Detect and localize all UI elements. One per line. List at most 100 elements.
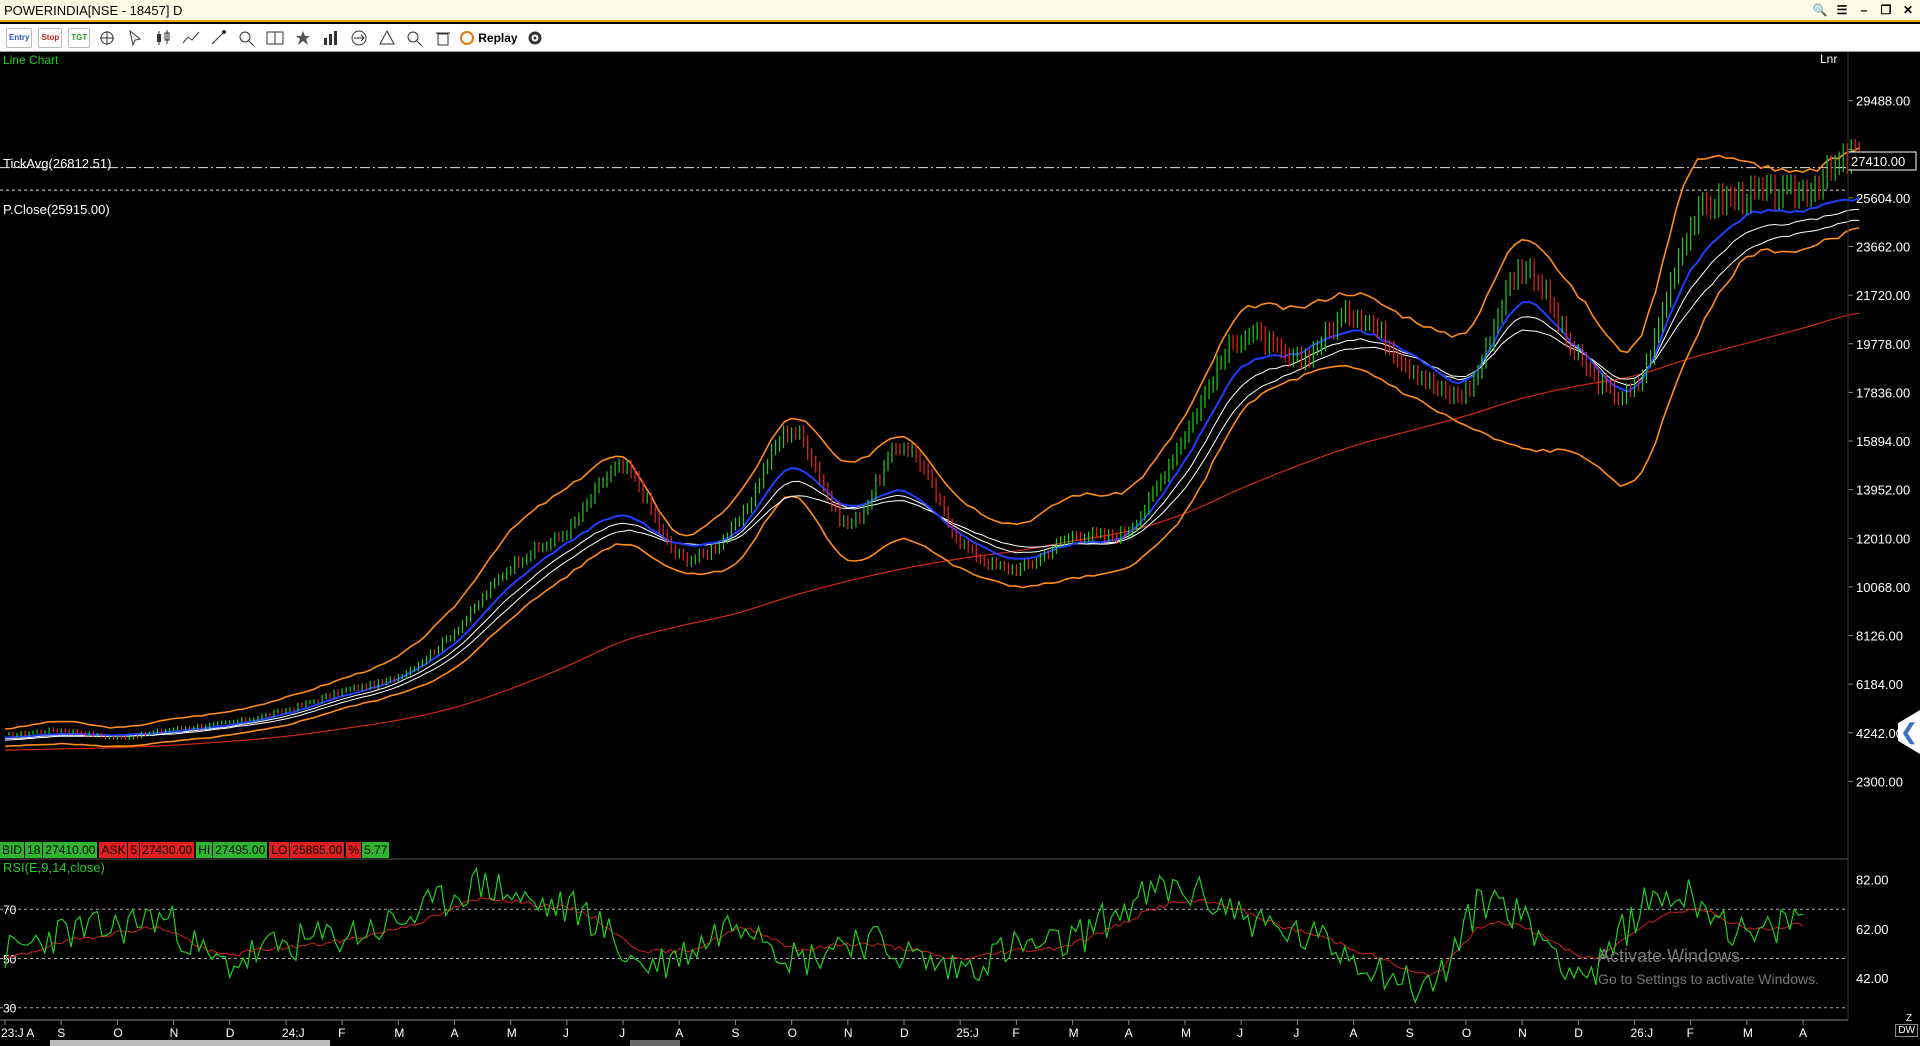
chart-area[interactable]: Line Chart Lnr 29488.00 25604.00 23662.00 2… bbox=[0, 52, 1920, 1046]
x-tick-label: 25:J bbox=[956, 1026, 979, 1040]
restore-icon[interactable]: ❐ bbox=[1878, 2, 1894, 18]
price-tick-label: 10068.00 bbox=[1856, 580, 1910, 595]
hi-label: HI bbox=[196, 842, 213, 858]
x-tick-label: F bbox=[1012, 1026, 1019, 1040]
replay-label: Replay bbox=[478, 30, 518, 45]
ask-price: 27430.00 bbox=[140, 842, 195, 858]
x-tick-label: S bbox=[57, 1026, 65, 1040]
price-tick-label: 4242.00 bbox=[1856, 726, 1903, 741]
rsi-tick-label: 42.00 bbox=[1856, 971, 1889, 986]
window-title: POWERINDIA[NSE - 18457] D bbox=[4, 2, 183, 18]
delete-icon[interactable] bbox=[432, 28, 454, 48]
target-button[interactable]: TGT bbox=[68, 27, 91, 48]
hi-value: 27495.00 bbox=[213, 842, 268, 858]
x-tick-label: J bbox=[563, 1026, 569, 1040]
watermark-subtitle: Go to Settings to activate Windows. bbox=[1598, 971, 1819, 987]
price-tick-label: 13952.00 bbox=[1856, 483, 1910, 498]
x-tick-label: F bbox=[1687, 1026, 1694, 1040]
x-tick-label: O bbox=[113, 1026, 122, 1040]
pct-value: 5.77 bbox=[362, 842, 390, 858]
rsi-label: RSI(E,9,14,close) bbox=[3, 860, 105, 875]
x-tick-label: A bbox=[451, 1026, 459, 1040]
x-tick-label: M bbox=[1181, 1026, 1191, 1040]
price-tick-label: 12010.00 bbox=[1856, 531, 1910, 546]
rsi-tick-label: 82.00 bbox=[1856, 873, 1889, 888]
horizontal-scrollbar[interactable] bbox=[50, 1040, 330, 1046]
price-tick-label: 23662.00 bbox=[1856, 240, 1910, 255]
price-tick-label: 8126.00 bbox=[1856, 629, 1903, 644]
x-tick-label: N bbox=[170, 1026, 179, 1040]
pct-label: % bbox=[346, 842, 362, 858]
x-tick-label: A bbox=[1125, 1026, 1133, 1040]
price-tick-label: 29488.00 bbox=[1856, 94, 1910, 109]
settings-icon[interactable] bbox=[524, 28, 546, 48]
title-bar: POWERINDIA[NSE - 18457] D 🔍 ☰ – ❐ ✕ bbox=[0, 0, 1920, 22]
x-tick-label: M bbox=[1743, 1026, 1753, 1040]
activation-watermark: Activate Windows Go to Settings to activ… bbox=[1598, 946, 1819, 987]
compare-icon[interactable] bbox=[348, 28, 370, 48]
alert-icon[interactable] bbox=[376, 28, 398, 48]
tick-avg-label: TickAvg(26812.51) bbox=[3, 156, 111, 171]
x-tick-label: O bbox=[1462, 1026, 1471, 1040]
menu-icon[interactable]: ☰ bbox=[1834, 2, 1850, 18]
x-tick-label: 26:J bbox=[1630, 1026, 1653, 1040]
chart-type-label: Line Chart bbox=[3, 53, 59, 67]
rsi-tick-label: 62.00 bbox=[1856, 922, 1889, 937]
dw-button[interactable]: DW bbox=[1895, 1024, 1918, 1037]
price-tick-label: 21720.00 bbox=[1856, 288, 1910, 303]
quote-bar: BID 18 27410.00 ASK 5 27430.00 HI 27495.… bbox=[0, 842, 390, 858]
lo-value: 25865.00 bbox=[290, 842, 345, 858]
scrollbar-thumb[interactable] bbox=[630, 1040, 680, 1046]
price-tick-label: 15894.00 bbox=[1856, 434, 1910, 449]
x-tick-label: M bbox=[394, 1026, 404, 1040]
replay-button[interactable]: Replay bbox=[460, 30, 518, 45]
prev-close-label: P.Close(25915.00) bbox=[3, 202, 110, 217]
price-tick-label: 25604.00 bbox=[1856, 191, 1910, 206]
x-tick-label: D bbox=[1574, 1026, 1583, 1040]
price-tick-label: 19778.00 bbox=[1856, 337, 1910, 352]
x-tick-label: 24:J bbox=[282, 1026, 305, 1040]
rsi-left-label: 30 bbox=[3, 1002, 17, 1016]
bar-chart-icon[interactable] bbox=[320, 28, 342, 48]
search-chart-icon[interactable] bbox=[404, 28, 426, 48]
x-tick-label: M bbox=[1069, 1026, 1079, 1040]
price-tick-label: 6184.00 bbox=[1856, 677, 1903, 692]
x-tick-label: 23:J A bbox=[1, 1026, 34, 1040]
x-tick-label: D bbox=[900, 1026, 909, 1040]
x-tick-label: A bbox=[1350, 1026, 1358, 1040]
search-icon[interactable]: 🔍 bbox=[1812, 2, 1828, 18]
x-tick-label: A bbox=[1799, 1026, 1807, 1040]
chart-toolbar: Entry Stop TGT Replay bbox=[0, 24, 1920, 52]
x-tick-label: N bbox=[1518, 1026, 1527, 1040]
minimize-icon[interactable]: – bbox=[1856, 2, 1872, 18]
entry-button[interactable]: Entry bbox=[6, 27, 33, 48]
zoom-icon[interactable] bbox=[236, 28, 258, 48]
layout-icon[interactable] bbox=[264, 28, 286, 48]
window-controls: 🔍 ☰ – ❐ ✕ bbox=[1812, 2, 1916, 18]
pointer-icon[interactable] bbox=[124, 28, 146, 48]
x-tick-label: A bbox=[675, 1026, 683, 1040]
favorite-icon[interactable] bbox=[292, 28, 314, 48]
close-icon[interactable]: ✕ bbox=[1900, 2, 1916, 18]
ask-qty: 5 bbox=[128, 842, 140, 858]
bid-qty: 18 bbox=[25, 842, 43, 858]
x-tick-label: N bbox=[844, 1026, 853, 1040]
indicator-icon[interactable] bbox=[180, 28, 202, 48]
crosshair-icon[interactable] bbox=[96, 28, 118, 48]
price-tick-label: 2300.00 bbox=[1856, 774, 1903, 789]
x-tick-label: S bbox=[731, 1026, 739, 1040]
x-tick-label: M bbox=[507, 1026, 517, 1040]
x-tick-label: F bbox=[338, 1026, 345, 1040]
ask-label: ASK bbox=[99, 842, 128, 858]
replay-icon bbox=[460, 30, 475, 45]
scale-label[interactable]: Lnr bbox=[1820, 52, 1837, 66]
x-tick-label: O bbox=[788, 1026, 797, 1040]
draw-tool-icon[interactable] bbox=[208, 28, 230, 48]
x-tick-label: J bbox=[619, 1026, 625, 1040]
x-tick-label: D bbox=[226, 1026, 235, 1040]
x-tick-label: J bbox=[1237, 1026, 1243, 1040]
watermark-title: Activate Windows bbox=[1598, 946, 1741, 966]
z-label[interactable]: Z bbox=[1906, 1013, 1912, 1024]
stop-button[interactable]: Stop bbox=[38, 27, 63, 48]
candlestick-icon[interactable] bbox=[152, 28, 174, 48]
